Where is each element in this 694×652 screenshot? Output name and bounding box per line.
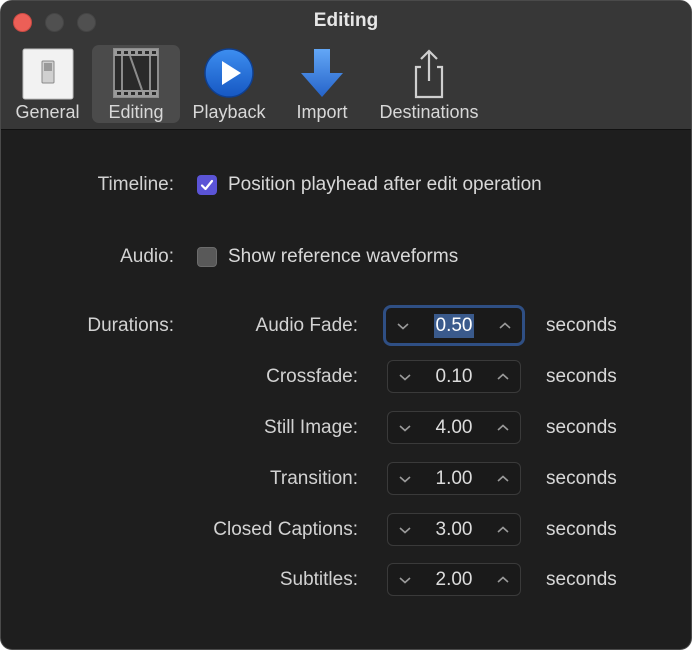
crossfade-value[interactable]: 0.10	[420, 361, 488, 392]
subtitles-value[interactable]: 2.00	[420, 564, 488, 595]
switch-icon	[11, 47, 84, 100]
show-reference-waveforms-checkbox[interactable]	[197, 247, 217, 267]
timeline-label: Timeline:	[97, 174, 174, 195]
share-icon	[373, 47, 485, 99]
chevron-up-icon	[499, 321, 511, 329]
chevron-down-icon	[399, 526, 411, 534]
position-playhead-label[interactable]: Position playhead after edit operation	[228, 174, 542, 196]
transition-label: Transition:	[270, 468, 358, 489]
still-image-label: Still Image:	[264, 417, 358, 438]
transition-value[interactable]: 1.00	[420, 463, 488, 494]
chevron-up-icon	[497, 372, 509, 380]
checkmark-icon	[200, 179, 214, 191]
audio-label: Audio:	[120, 246, 174, 267]
chevron-up-icon	[497, 525, 509, 533]
durations-label: Durations:	[87, 315, 174, 336]
position-playhead-checkbox[interactable]	[197, 175, 217, 195]
unit-label: seconds	[546, 569, 617, 590]
toolbar-item-playback[interactable]: Playback	[188, 45, 270, 123]
show-reference-waveforms-label[interactable]: Show reference waveforms	[228, 246, 458, 268]
audio-fade-stepper[interactable]: 0.50	[383, 305, 525, 346]
unit-label: seconds	[546, 519, 617, 540]
decrement-button[interactable]	[390, 308, 416, 343]
import-arrow-icon	[284, 47, 360, 99]
increment-button[interactable]	[490, 463, 516, 494]
closed-captions-value[interactable]: 3.00	[420, 514, 488, 545]
still-image-stepper[interactable]: 4.00	[387, 411, 521, 444]
chevron-down-icon	[397, 322, 409, 330]
closed-captions-stepper[interactable]: 3.00	[387, 513, 521, 546]
toolbar-item-destinations[interactable]: Destinations	[373, 45, 485, 123]
toolbar-item-general[interactable]: General	[11, 45, 84, 123]
window-title: Editing	[313, 10, 379, 31]
closed-captions-label: Closed Captions:	[213, 519, 358, 540]
toolbar-label: Editing	[108, 102, 164, 122]
chevron-down-icon	[399, 576, 411, 584]
chevron-up-icon	[497, 474, 509, 482]
toolbar-label: Playback	[192, 102, 266, 122]
decrement-button[interactable]	[392, 463, 418, 494]
toolbar-label: Destinations	[379, 102, 479, 122]
unit-label: seconds	[546, 417, 617, 438]
unit-label: seconds	[546, 468, 617, 489]
toolbar-item-import[interactable]: Import	[284, 45, 360, 123]
decrement-button[interactable]	[392, 412, 418, 443]
preferences-window: Editing General Editing Playback Import …	[0, 0, 692, 650]
still-image-value[interactable]: 4.00	[420, 412, 488, 443]
increment-button[interactable]	[490, 361, 516, 392]
subtitles-label: Subtitles:	[279, 569, 358, 590]
crossfade-stepper[interactable]: 0.10	[387, 360, 521, 393]
increment-button[interactable]	[492, 308, 518, 343]
toolbar-label: General	[15, 102, 80, 122]
increment-button[interactable]	[490, 564, 516, 595]
decrement-button[interactable]	[392, 514, 418, 545]
increment-button[interactable]	[490, 412, 516, 443]
unit-label: seconds	[546, 366, 617, 387]
film-strip-icon	[92, 47, 180, 99]
chevron-down-icon	[399, 373, 411, 381]
subtitles-stepper[interactable]: 2.00	[387, 563, 521, 596]
audio-fade-value[interactable]: 0.50	[433, 313, 475, 338]
decrement-button[interactable]	[392, 564, 418, 595]
chevron-down-icon	[399, 424, 411, 432]
play-icon	[188, 47, 270, 99]
toolbar-label: Import	[296, 102, 348, 122]
title-bar: Editing General Editing Playback Import …	[1, 1, 691, 130]
crossfade-label: Crossfade:	[266, 366, 358, 387]
audio-fade-label: Audio Fade:	[255, 315, 358, 336]
chevron-up-icon	[497, 423, 509, 431]
decrement-button[interactable]	[392, 361, 418, 392]
transition-stepper[interactable]: 1.00	[387, 462, 521, 495]
chevron-up-icon	[497, 575, 509, 583]
toolbar-item-editing[interactable]: Editing	[92, 45, 180, 123]
increment-button[interactable]	[490, 514, 516, 545]
unit-label: seconds	[546, 315, 617, 336]
chevron-down-icon	[399, 475, 411, 483]
